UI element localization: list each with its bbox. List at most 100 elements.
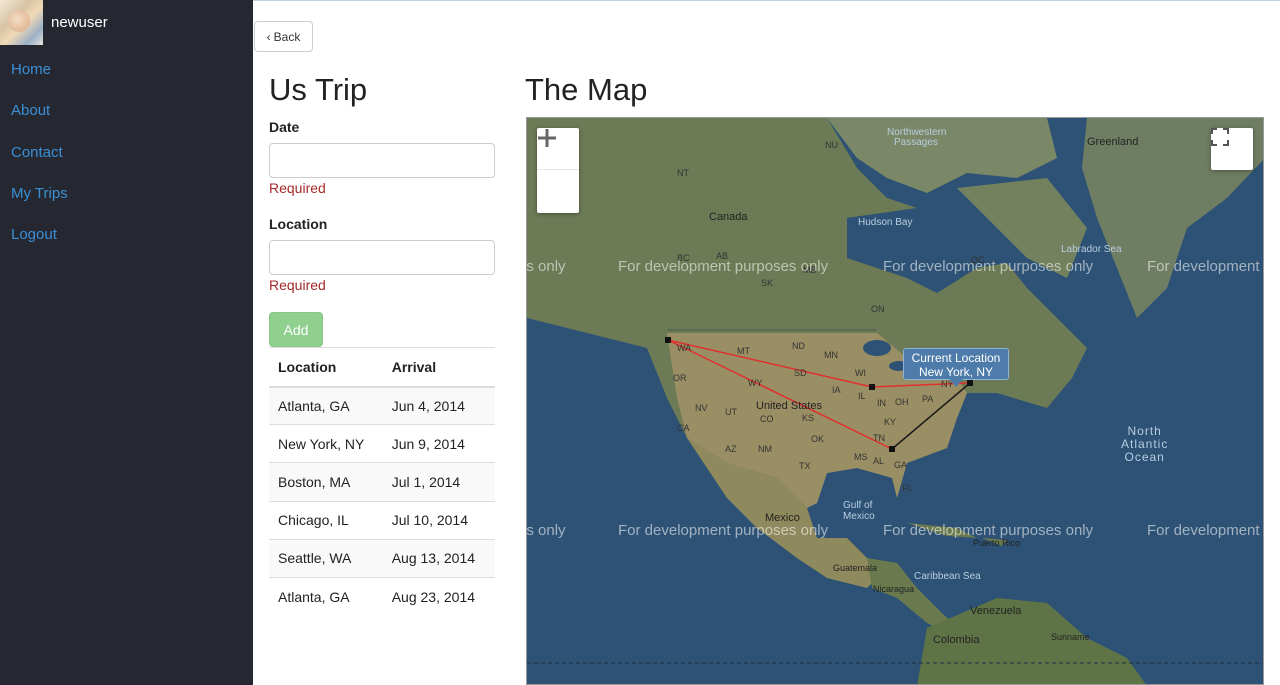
- map-label-oh: OH: [895, 397, 909, 407]
- map-label-ga: GA: [894, 460, 908, 470]
- table-header-row: Location Arrival: [269, 347, 495, 388]
- stops-table: Location Arrival Atlanta, GA Jun 4, 2014 …: [269, 347, 495, 616]
- zoom-control: [537, 128, 579, 213]
- map-label-sd: SD: [794, 368, 807, 378]
- map-label-tn: TN: [873, 433, 885, 443]
- fullscreen-button[interactable]: [1211, 128, 1253, 170]
- location-error: Required: [269, 277, 326, 293]
- map-label-guatemala: Guatemala: [833, 563, 878, 573]
- map-label-nv: NV: [695, 403, 708, 413]
- map-label-wy: WY: [748, 378, 763, 388]
- map-label-greenland: Greenland: [1087, 136, 1139, 148]
- cell-arrival: Jun 9, 2014: [385, 424, 495, 463]
- add-button[interactable]: Add: [269, 312, 323, 347]
- map-title: The Map: [525, 72, 648, 107]
- watermark: es only: [526, 522, 566, 539]
- table-row: Boston, MA Jul 1, 2014: [269, 462, 495, 502]
- stop-marker[interactable]: [665, 337, 671, 343]
- nav-my-trips[interactable]: My Trips: [11, 184, 68, 204]
- map-canvas[interactable]: Greenland Canada United States Mexico Hu…: [526, 117, 1264, 685]
- user-info: newuser: [0, 0, 253, 45]
- table-row: Atlanta, GA Jun 4, 2014: [269, 385, 495, 425]
- map-label-or: OR: [673, 373, 687, 383]
- table-row: Atlanta, GA Aug 23, 2014: [269, 576, 495, 616]
- minus-icon: [538, 136, 556, 140]
- back-button[interactable]: ‹ Back: [254, 21, 313, 52]
- watermark: For development purposes only: [883, 522, 1094, 539]
- stop-marker[interactable]: [889, 446, 895, 452]
- watermark: For development purposes only: [618, 258, 829, 275]
- gulf-line-2: Mexico: [843, 511, 875, 522]
- header-arrival: Arrival: [385, 347, 495, 388]
- date-label: Date: [269, 119, 300, 135]
- map-label-ks: KS: [802, 413, 815, 423]
- top-divider: [253, 0, 1280, 1]
- route-segment: [667, 339, 873, 388]
- map-label-nt: NT: [677, 168, 689, 178]
- date-error: Required: [269, 180, 326, 196]
- watermark: For development purposes only: [618, 522, 829, 539]
- map-label-venezuela: Venezuela: [970, 605, 1022, 617]
- avatar: [0, 0, 43, 45]
- watermark: For development: [1147, 522, 1260, 539]
- table-row: Chicago, IL Jul 10, 2014: [269, 500, 495, 540]
- gulf-line-1: Gulf of: [843, 500, 873, 511]
- watermark: es only: [526, 258, 566, 275]
- cell-arrival: Aug 13, 2014: [385, 538, 495, 578]
- date-input[interactable]: [269, 143, 495, 178]
- cell-location: Atlanta, GA: [269, 385, 386, 425]
- map-label-ca: CA: [677, 423, 690, 433]
- map-label-mt: MT: [737, 346, 750, 356]
- map-label-labrador: Labrador Sea: [1061, 244, 1122, 255]
- back-label: Back: [273, 29, 301, 44]
- cell-location: Seattle, WA: [269, 538, 386, 578]
- map-label-on: ON: [871, 304, 885, 314]
- table-row: Seattle, WA Aug 13, 2014: [269, 538, 495, 578]
- map-label-atlantic: North Atlantic Ocean: [1121, 425, 1168, 464]
- cell-arrival: Jul 10, 2014: [385, 500, 495, 540]
- route-segment: [891, 382, 971, 450]
- map-label-pa: PA: [922, 394, 934, 404]
- nav-home[interactable]: Home: [11, 60, 51, 80]
- map-label-canada: Canada: [709, 211, 748, 223]
- fullscreen-icon: [1211, 128, 1229, 146]
- zoom-out-button[interactable]: [537, 136, 579, 212]
- map-label-ut: UT: [725, 407, 737, 417]
- map-label-tx: TX: [799, 461, 811, 471]
- cell-location: Chicago, IL: [269, 500, 386, 540]
- nav-logout[interactable]: Logout: [11, 225, 57, 245]
- stop-marker[interactable]: [967, 380, 973, 386]
- map-label-ok: OK: [811, 434, 825, 444]
- sidebar-nav: Home About Contact My Trips Logout: [11, 60, 68, 266]
- map-label-co: CO: [760, 414, 774, 424]
- header-location: Location: [269, 347, 386, 388]
- map-label-gulf: Gulf of Mexico: [843, 500, 875, 522]
- map-label-ms: MS: [854, 452, 868, 462]
- nav-about[interactable]: About: [11, 101, 50, 121]
- stop-marker[interactable]: [869, 384, 875, 390]
- table-row: New York, NY Jun 9, 2014: [269, 424, 495, 463]
- map-label-ky: KY: [884, 417, 897, 427]
- map-label-suriname: Suriname: [1051, 632, 1090, 642]
- map-label-nu: NU: [825, 140, 838, 150]
- location-label: Location: [269, 216, 328, 232]
- map-label-ia: IA: [832, 385, 841, 395]
- cell-location: Boston, MA: [269, 462, 386, 502]
- map-label-hudson: Hudson Bay: [858, 217, 913, 228]
- cell-arrival: Jul 1, 2014: [385, 462, 495, 502]
- nav-contact[interactable]: Contact: [11, 143, 63, 163]
- username: newuser: [51, 14, 108, 31]
- map-label-nicaragua: Nicaragua: [873, 584, 915, 594]
- map-label-al: AL: [873, 456, 885, 466]
- cell-arrival: Aug 23, 2014: [385, 576, 495, 616]
- chevron-left-icon: ‹: [266, 29, 271, 44]
- map-label-wi: WI: [855, 368, 866, 378]
- sidebar: newuser Home About Contact My Trips Logo…: [0, 0, 253, 685]
- tooltip-place: New York, NY: [918, 365, 994, 379]
- map-label-nw-passages-2: Passages: [894, 137, 938, 148]
- map-label-fl: FL: [902, 483, 913, 493]
- location-input[interactable]: [269, 240, 495, 275]
- tooltip-title: Current Location: [911, 351, 1001, 365]
- current-location-tooltip: Current Location New York, NY: [903, 348, 1009, 387]
- cell-arrival: Jun 4, 2014: [385, 385, 495, 425]
